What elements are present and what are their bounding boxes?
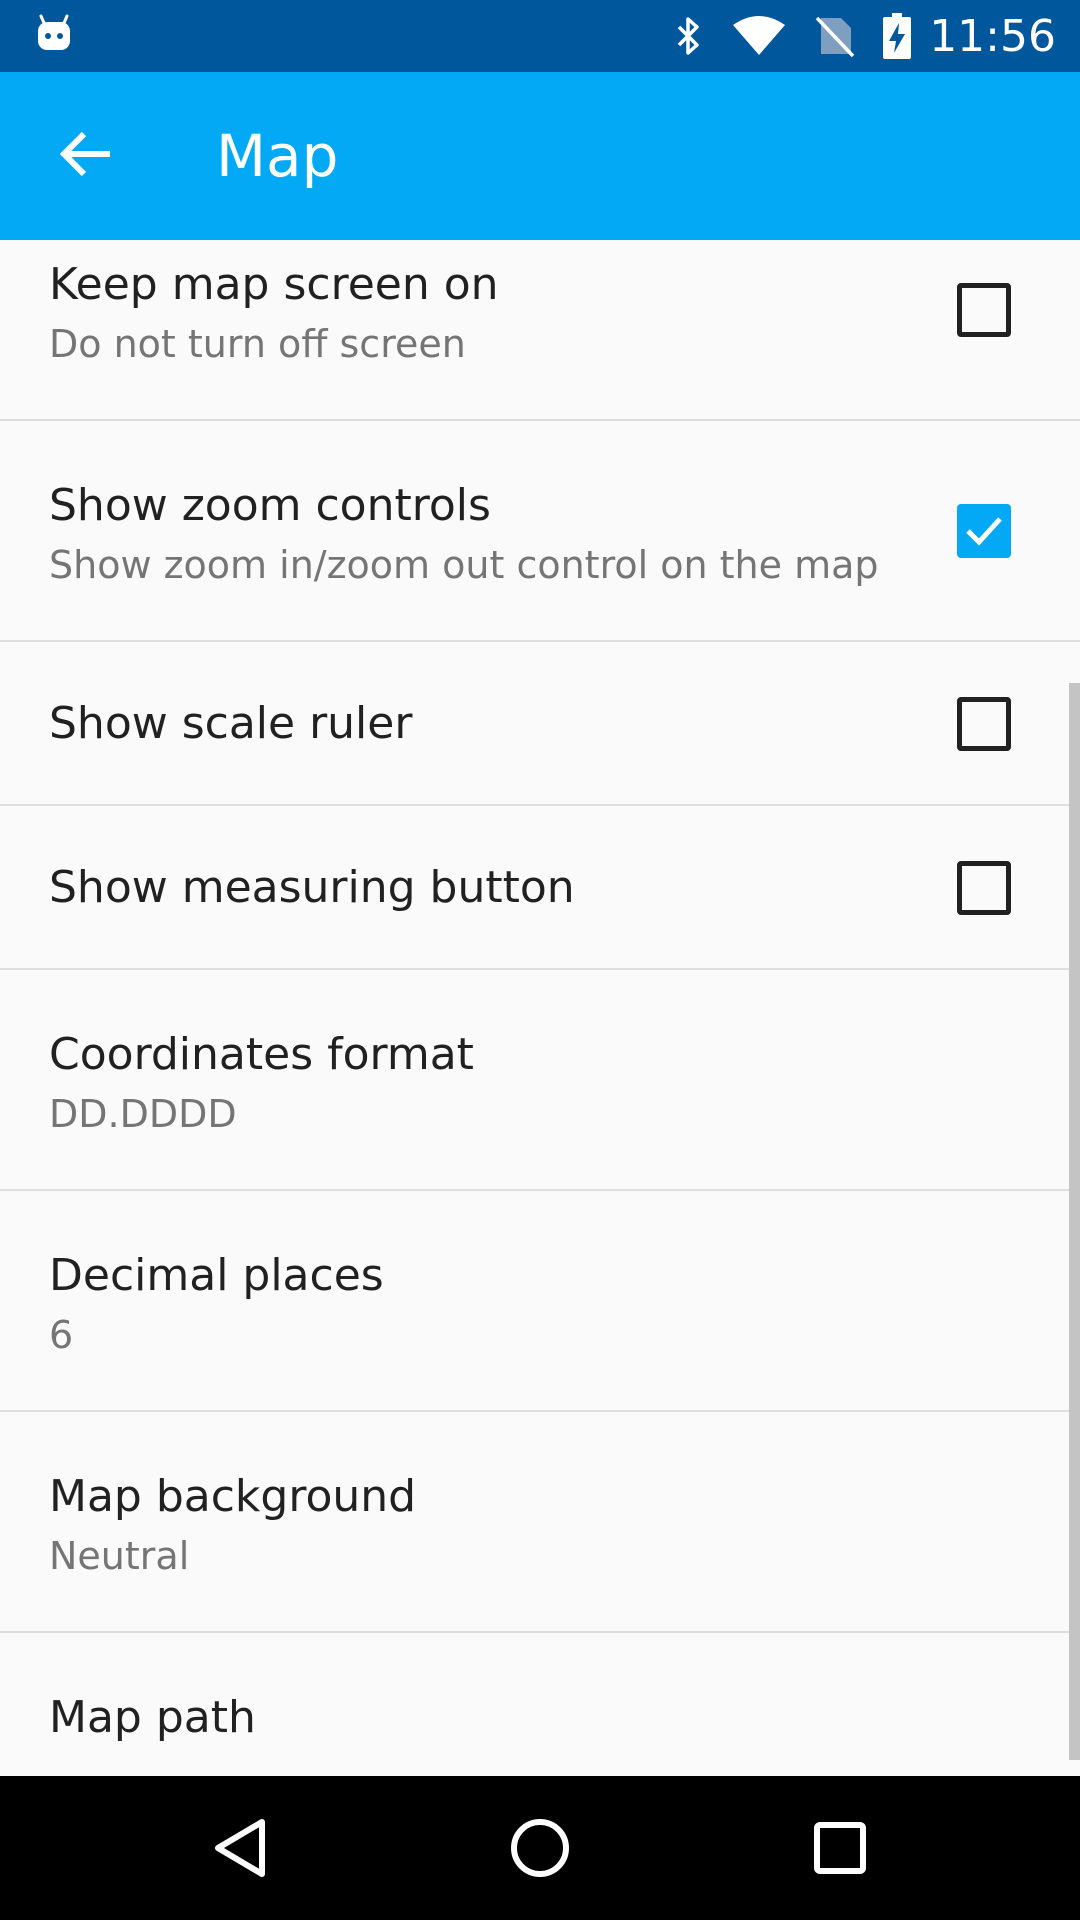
pref-show-measuring-button[interactable]: Show measuring button — [0, 806, 1080, 970]
pref-title: Map background — [49, 1471, 417, 1522]
pref-summary: 6 — [49, 1313, 74, 1357]
pref-summary: Show zoom in/zoom out control on the map — [49, 543, 879, 587]
checkbox-show-measuring-button[interactable] — [957, 861, 1011, 915]
pref-title: Show scale ruler — [49, 698, 413, 749]
pref-keep-map-screen-on[interactable]: Keep map screen on Do not turn off scree… — [0, 240, 1080, 421]
status-time: 11:56 — [929, 10, 1056, 62]
android-robot-icon — [34, 14, 74, 54]
battery-charging-icon — [883, 13, 912, 59]
pref-map-background[interactable]: Map background Neutral — [0, 1412, 1080, 1633]
home-circle-icon — [511, 1819, 569, 1877]
pref-title: Show measuring button — [49, 862, 575, 913]
pref-title: Show zoom controls — [49, 480, 491, 531]
recents-square-icon — [814, 1822, 866, 1874]
page-title: Map — [216, 122, 339, 190]
navigation-bar — [0, 1776, 1080, 1920]
pref-title: Keep map screen on — [49, 259, 499, 310]
pref-coordinates-format[interactable]: Coordinates format DD.DDDD — [0, 970, 1080, 1191]
pref-summary: DD.DDDD — [49, 1092, 237, 1136]
pref-map-path[interactable]: Map path — [0, 1633, 1080, 1776]
checkbox-keep-map-screen-on[interactable] — [957, 283, 1011, 337]
pref-summary: Neutral — [49, 1534, 190, 1578]
checkbox-show-zoom-controls[interactable] — [957, 504, 1011, 558]
checkbox-show-scale-ruler[interactable] — [957, 697, 1011, 751]
bluetooth-icon — [675, 15, 703, 57]
pref-show-scale-ruler[interactable]: Show scale ruler — [0, 642, 1080, 806]
arrow-back-icon — [59, 131, 112, 181]
status-bar: 11:56 — [0, 0, 1080, 72]
pref-title: Coordinates format — [49, 1029, 474, 1080]
nav-recents-button[interactable] — [790, 1798, 890, 1898]
pref-show-zoom-controls[interactable]: Show zoom controls Show zoom in/zoom out… — [0, 421, 1080, 642]
pref-decimal-places[interactable]: Decimal places 6 — [0, 1191, 1080, 1412]
settings-list[interactable]: Keep map screen on Do not turn off scree… — [0, 240, 1080, 1776]
back-triangle-icon — [215, 1819, 265, 1877]
check-icon — [966, 517, 1002, 546]
nav-back-button[interactable] — [190, 1798, 290, 1898]
wifi-icon — [731, 15, 787, 57]
status-icons: 11:56 — [647, 0, 1056, 72]
app-bar: Map — [0, 72, 1080, 240]
pref-title: Map path — [49, 1692, 256, 1743]
back-button[interactable] — [44, 114, 128, 198]
pref-summary: Do not turn off screen — [49, 322, 466, 366]
scrollbar[interactable] — [1069, 683, 1080, 1760]
no-sim-icon — [815, 14, 855, 58]
pref-title: Decimal places — [49, 1250, 384, 1301]
nav-home-button[interactable] — [490, 1798, 590, 1898]
